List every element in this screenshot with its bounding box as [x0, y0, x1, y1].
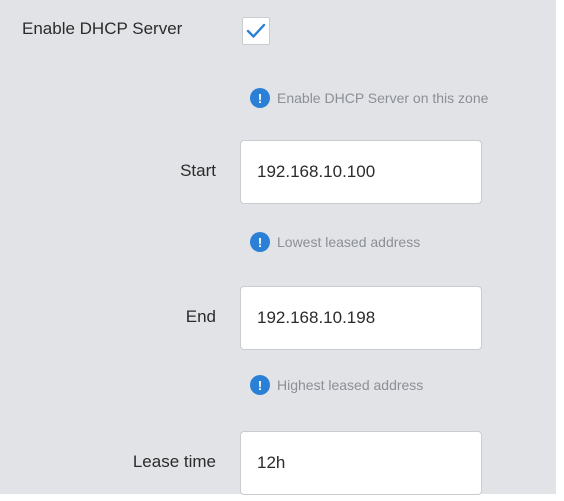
start-address-input[interactable] — [240, 140, 482, 204]
check-icon — [246, 23, 266, 38]
end-label: End — [185, 307, 216, 326]
end-address-input[interactable] — [240, 286, 482, 350]
end-hint-text: Highest leased address — [277, 377, 424, 393]
info-icon: ! — [250, 232, 270, 252]
enable-dhcp-hint: ! Enable DHCP Server on this zone — [250, 88, 488, 108]
info-icon: ! — [250, 88, 270, 108]
enable-dhcp-label: Enable DHCP Server — [22, 19, 183, 38]
dhcp-settings-panel: Enable DHCP Server ! Enable DHCP Server … — [0, 0, 556, 495]
enable-dhcp-hint-text: Enable DHCP Server on this zone — [277, 90, 489, 106]
start-hint-text: Lowest leased address — [277, 234, 421, 250]
end-hint: ! Highest leased address — [250, 375, 423, 395]
start-label: Start — [180, 161, 216, 180]
enable-dhcp-checkbox[interactable] — [242, 17, 270, 45]
lease-time-label: Lease time — [132, 452, 216, 471]
info-icon: ! — [250, 375, 270, 395]
lease-time-input[interactable] — [240, 431, 482, 495]
start-hint: ! Lowest leased address — [250, 232, 420, 252]
